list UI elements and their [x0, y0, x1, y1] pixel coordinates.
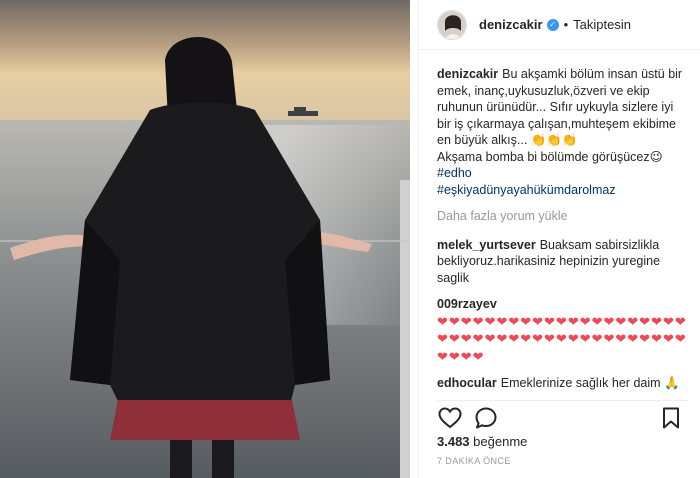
separator-dot: • — [563, 17, 569, 32]
comment-item: edhocular Emeklerinize sağlık her daim 🙏 … — [437, 375, 688, 391]
header-username[interactable]: denizcakir — [479, 17, 543, 32]
follow-status-button[interactable]: Takiptesin — [573, 17, 631, 32]
caption-text-2: Akşama bomba bi bölümde görüşücez😉 — [437, 149, 663, 164]
verified-badge-icon: ✓ — [546, 18, 559, 31]
comment-username[interactable]: 009rzayev — [437, 297, 497, 311]
likes-number: 3.483 — [437, 434, 470, 449]
comments-list[interactable]: denizcakir Bu akşamki bölüm insan üstü bi… — [437, 66, 688, 391]
hashtag-link[interactable]: #edho — [437, 165, 688, 182]
bookmark-icon[interactable] — [658, 405, 684, 431]
load-more-comments-link[interactable]: Daha fazla yorum yükle — [437, 208, 688, 225]
likes-label: beğenme — [473, 434, 528, 449]
hashtag-link[interactable]: #eşkiyadünyayahükümdarolmaz — [437, 182, 688, 199]
caption: denizcakir Bu akşamki bölüm insan üstü bi… — [437, 66, 688, 198]
post-actions-bar — [437, 400, 688, 428]
comment-item: melek_yurtsever Buaksam sabirsizlikla bek… — [437, 237, 688, 287]
comment-username[interactable]: edhocular — [437, 376, 497, 390]
caption-username[interactable]: denizcakir — [437, 67, 498, 81]
post-header: denizcakir ✓ • Takiptesin — [419, 0, 700, 50]
post-side-panel: denizcakir ✓ • Takiptesin denizcakir Bu a… — [418, 0, 700, 478]
post-timestamp: 7 DAKİKA ÖNCE — [437, 456, 511, 466]
comment-username[interactable]: melek_yurtsever — [437, 238, 536, 252]
comment-item: 009rzayev ❤❤❤❤❤❤❤❤❤❤❤❤❤❤❤❤❤❤❤❤❤❤❤❤❤❤❤❤❤❤… — [437, 296, 688, 365]
avatar[interactable] — [437, 9, 467, 40]
comment-bubble-icon[interactable] — [473, 405, 499, 431]
heart-outline-icon[interactable] — [437, 405, 463, 431]
post-photo[interactable] — [0, 0, 410, 478]
comment-text: ❤❤❤❤❤❤❤❤❤❤❤❤❤❤❤❤❤❤❤❤❤❤❤❤❤❤❤❤❤❤❤❤❤❤❤❤❤❤❤❤… — [437, 313, 687, 364]
likes-count[interactable]: 3.483 beğenme — [437, 434, 527, 449]
